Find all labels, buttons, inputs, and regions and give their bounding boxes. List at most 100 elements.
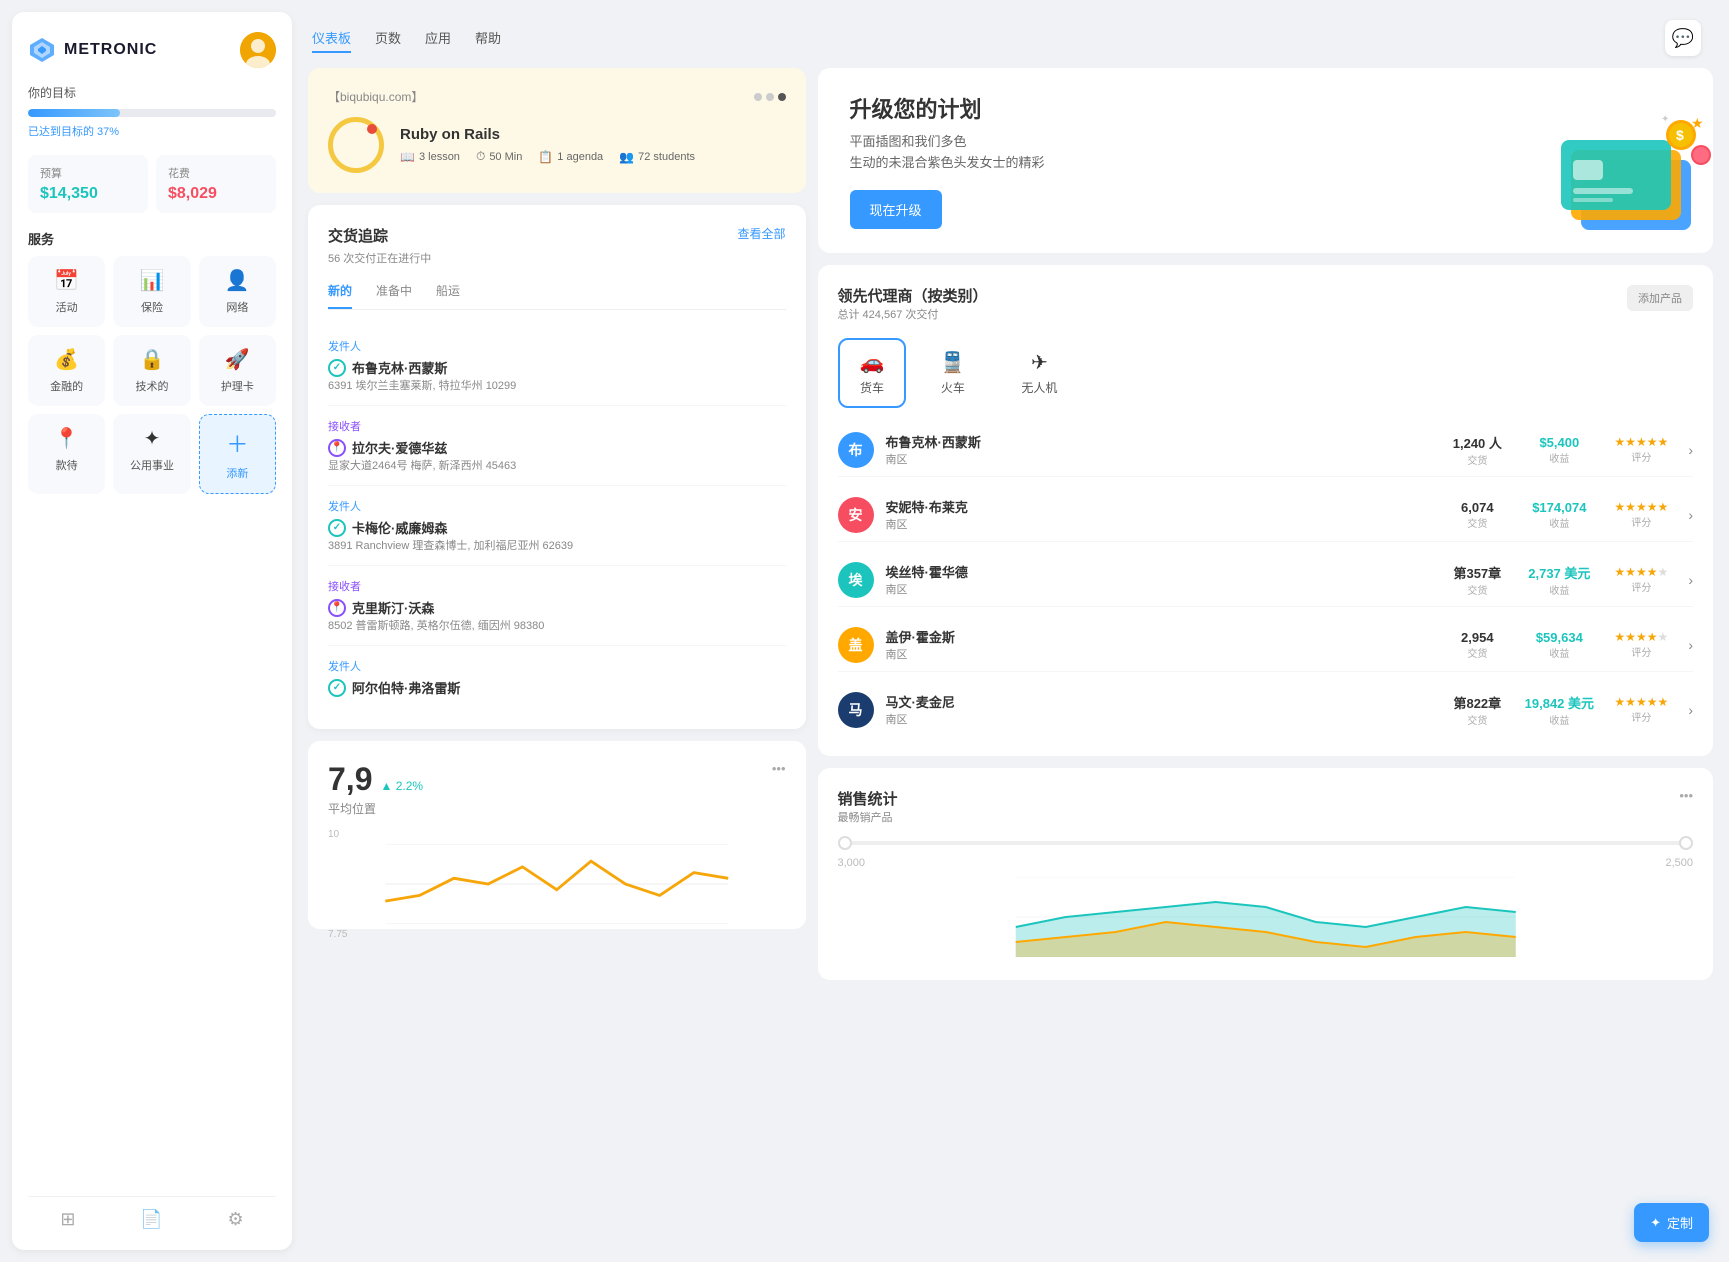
agent-row-4: 盖 盖伊·霍金斯 南区 2,954 交货 $59,634 收益 [838,619,1694,672]
agent-avatar-inner-5: 马 [838,692,874,728]
right-column: 升级您的计划 平面插图和我们多色 生动的未混合紫色头发女士的精彩 现在升级 [818,68,1714,1246]
addr-1: 6391 埃尔兰圭塞莱斯, 特拉华州 10299 [328,377,786,393]
network-label: 网络 [226,299,248,315]
nav-apps[interactable]: 应用 [425,24,451,53]
agent-avatar-3: 埃 [838,562,874,598]
slider-handle-right[interactable] [1679,836,1693,850]
stats-main: 7,9 ▲ 2.2% 平均位置 [328,761,423,817]
agents-header: 领先代理商（按类别） 总计 424,567 次交付 添加产品 [838,285,1694,336]
truck-label: 货车 [860,379,884,396]
sales-subtitle: 最畅销产品 [838,809,898,825]
service-item-care[interactable]: 🚀 护理卡 [199,335,276,406]
rating-lbl-5: 评分 [1606,709,1676,724]
name-4: 📍 克里斯汀·沃森 [328,598,786,617]
agents-title-group: 领先代理商（按类别） 总计 424,567 次交付 [838,285,988,336]
meta-time: ⏱ 50 Min [476,149,522,164]
slider-handle-left[interactable] [838,836,852,850]
sales-header: 销售统计 最畅销产品 ••• [838,788,1694,837]
goal-label: 你的目标 [28,84,276,101]
tab-new[interactable]: 新的 [328,282,352,309]
agent-rev-val-4: $59,634 [1524,630,1594,645]
train-icon: 🚆 [940,350,965,375]
agent-list: 布 布鲁克林·西蒙斯 南区 1,240 人 交货 $5,400 收益 [838,424,1694,736]
agent-region-2: 南区 [886,516,1431,532]
agent-arrow-5[interactable]: › [1688,702,1693,718]
agent-arrow-1[interactable]: › [1688,442,1693,458]
sales-y-mid: 2,500 [1665,857,1693,869]
rating-lbl-1: 评分 [1606,449,1676,464]
layers-icon[interactable]: ⊞ [60,1209,75,1230]
agent-trans-lbl-4: 交货 [1442,645,1512,660]
meta-students: 👥 72 students [619,149,695,164]
agent-tab-drone[interactable]: ✈ 无人机 [999,338,1079,408]
agent-tab-truck[interactable]: 🚗 货车 [838,338,907,408]
stats-more-icon[interactable]: ••• [772,761,786,776]
agent-tab-train[interactable]: 🚆 火车 [918,338,987,408]
delivery-item-4: 接收者 📍 克里斯汀·沃森 8502 普雷斯顿路, 英格尔伍德, 缅因州 983… [328,566,786,646]
utility-label: 公用事业 [130,457,174,473]
delivery-list: 发件人 ✓ 布鲁克林·西蒙斯 6391 埃尔兰圭塞莱斯, 特拉华州 10299 … [328,326,786,709]
sidebar: METRONIC 你的目标 已达到目标的 37% 预算 $14,350 花费 $… [12,12,292,1250]
agent-arrow-2[interactable]: › [1688,507,1693,523]
agent-avatar-inner-3: 埃 [838,562,874,598]
service-item-tech[interactable]: 🔒 技术的 [113,335,190,406]
service-item-insurance[interactable]: 📊 保险 [113,256,190,327]
settings-icon[interactable]: ⚙ [227,1209,243,1230]
agent-arrow-3[interactable]: › [1688,572,1693,588]
sales-y-labels: 3,000 2,500 [838,857,1694,869]
agent-rev-5: 19,842 美元 收益 [1524,693,1594,727]
tab-shipping[interactable]: 船运 [436,282,460,309]
customize-icon: ✦ [1650,1215,1661,1231]
service-item-add[interactable]: ＋ 添新 [199,414,276,494]
sales-slider[interactable] [838,841,1694,845]
service-item-hospitality[interactable]: 📍 款待 [28,414,105,494]
chat-icon[interactable]: 💬 [1665,20,1701,56]
nav-help[interactable]: 帮助 [475,24,501,53]
logo: METRONIC [28,36,157,64]
agent-avatar-inner-2: 安 [838,497,874,533]
service-item-activity[interactable]: 📅 活动 [28,256,105,327]
rating-lbl-4: 评分 [1606,644,1676,659]
agent-avatar-4: 盖 [838,627,874,663]
logo-text: METRONIC [64,41,157,59]
agent-rating-2: ★★★★★ 评分 [1606,500,1676,529]
nav-pages[interactable]: 页数 [375,24,401,53]
sales-more-icon[interactable]: ••• [1679,788,1693,803]
delivery-header: 交货追踪 查看全部 [328,225,786,246]
meta-agenda: 📋 1 agenda [538,149,603,164]
agent-rev-lbl-2: 收益 [1524,515,1594,530]
finance-icon: 💰 [54,347,79,372]
add-product-button[interactable]: 添加产品 [1627,285,1693,311]
agent-name-1: 布鲁克林·西蒙斯 [886,432,1431,451]
agent-trans-val-5: 第822章 [1442,693,1512,712]
services-grid: 📅 活动 📊 保险 👤 网络 💰 金融的 🔒 技术的 🚀 护理卡 [28,256,276,494]
tab-preparing[interactable]: 准备中 [376,282,412,309]
spend-card: 花费 $8,029 [156,155,276,213]
finance-label: 金融的 [50,378,83,394]
svg-text:✦: ✦ [1661,114,1669,125]
document-icon[interactable]: 📄 [140,1209,162,1230]
lessons-text: 3 lesson [419,151,460,163]
y-mid: 7.75 [328,929,347,940]
service-item-network[interactable]: 👤 网络 [199,256,276,327]
tech-icon: 🔒 [140,347,165,372]
service-item-finance[interactable]: 💰 金融的 [28,335,105,406]
customize-button[interactable]: ✦ 定制 [1634,1203,1709,1242]
agent-region-3: 南区 [886,581,1431,597]
service-item-utility[interactable]: ✦ 公用事业 [113,414,190,494]
tech-label: 技术的 [135,378,168,394]
user-avatar[interactable] [240,32,276,68]
agent-arrow-4[interactable]: › [1688,637,1693,653]
agent-name-3: 埃丝特·霍华德 [886,562,1431,581]
view-all-btn[interactable]: 查看全部 [737,225,785,242]
role-3: 发件人 [328,498,786,514]
nav-dashboard[interactable]: 仪表板 [312,24,351,53]
sidebar-header: METRONIC [28,32,276,68]
delivery-subtitle: 56 次交付正在进行中 [328,250,786,266]
upgrade-button[interactable]: 现在升级 [850,190,942,229]
sender-icon-1: ✓ [328,359,346,377]
svg-text:$: $ [1676,127,1684,143]
addr-3: 3891 Ranchview 理查森博士, 加利福尼亚州 62639 [328,537,786,553]
students-text: 72 students [638,151,695,163]
budget-card: 预算 $14,350 [28,155,148,213]
